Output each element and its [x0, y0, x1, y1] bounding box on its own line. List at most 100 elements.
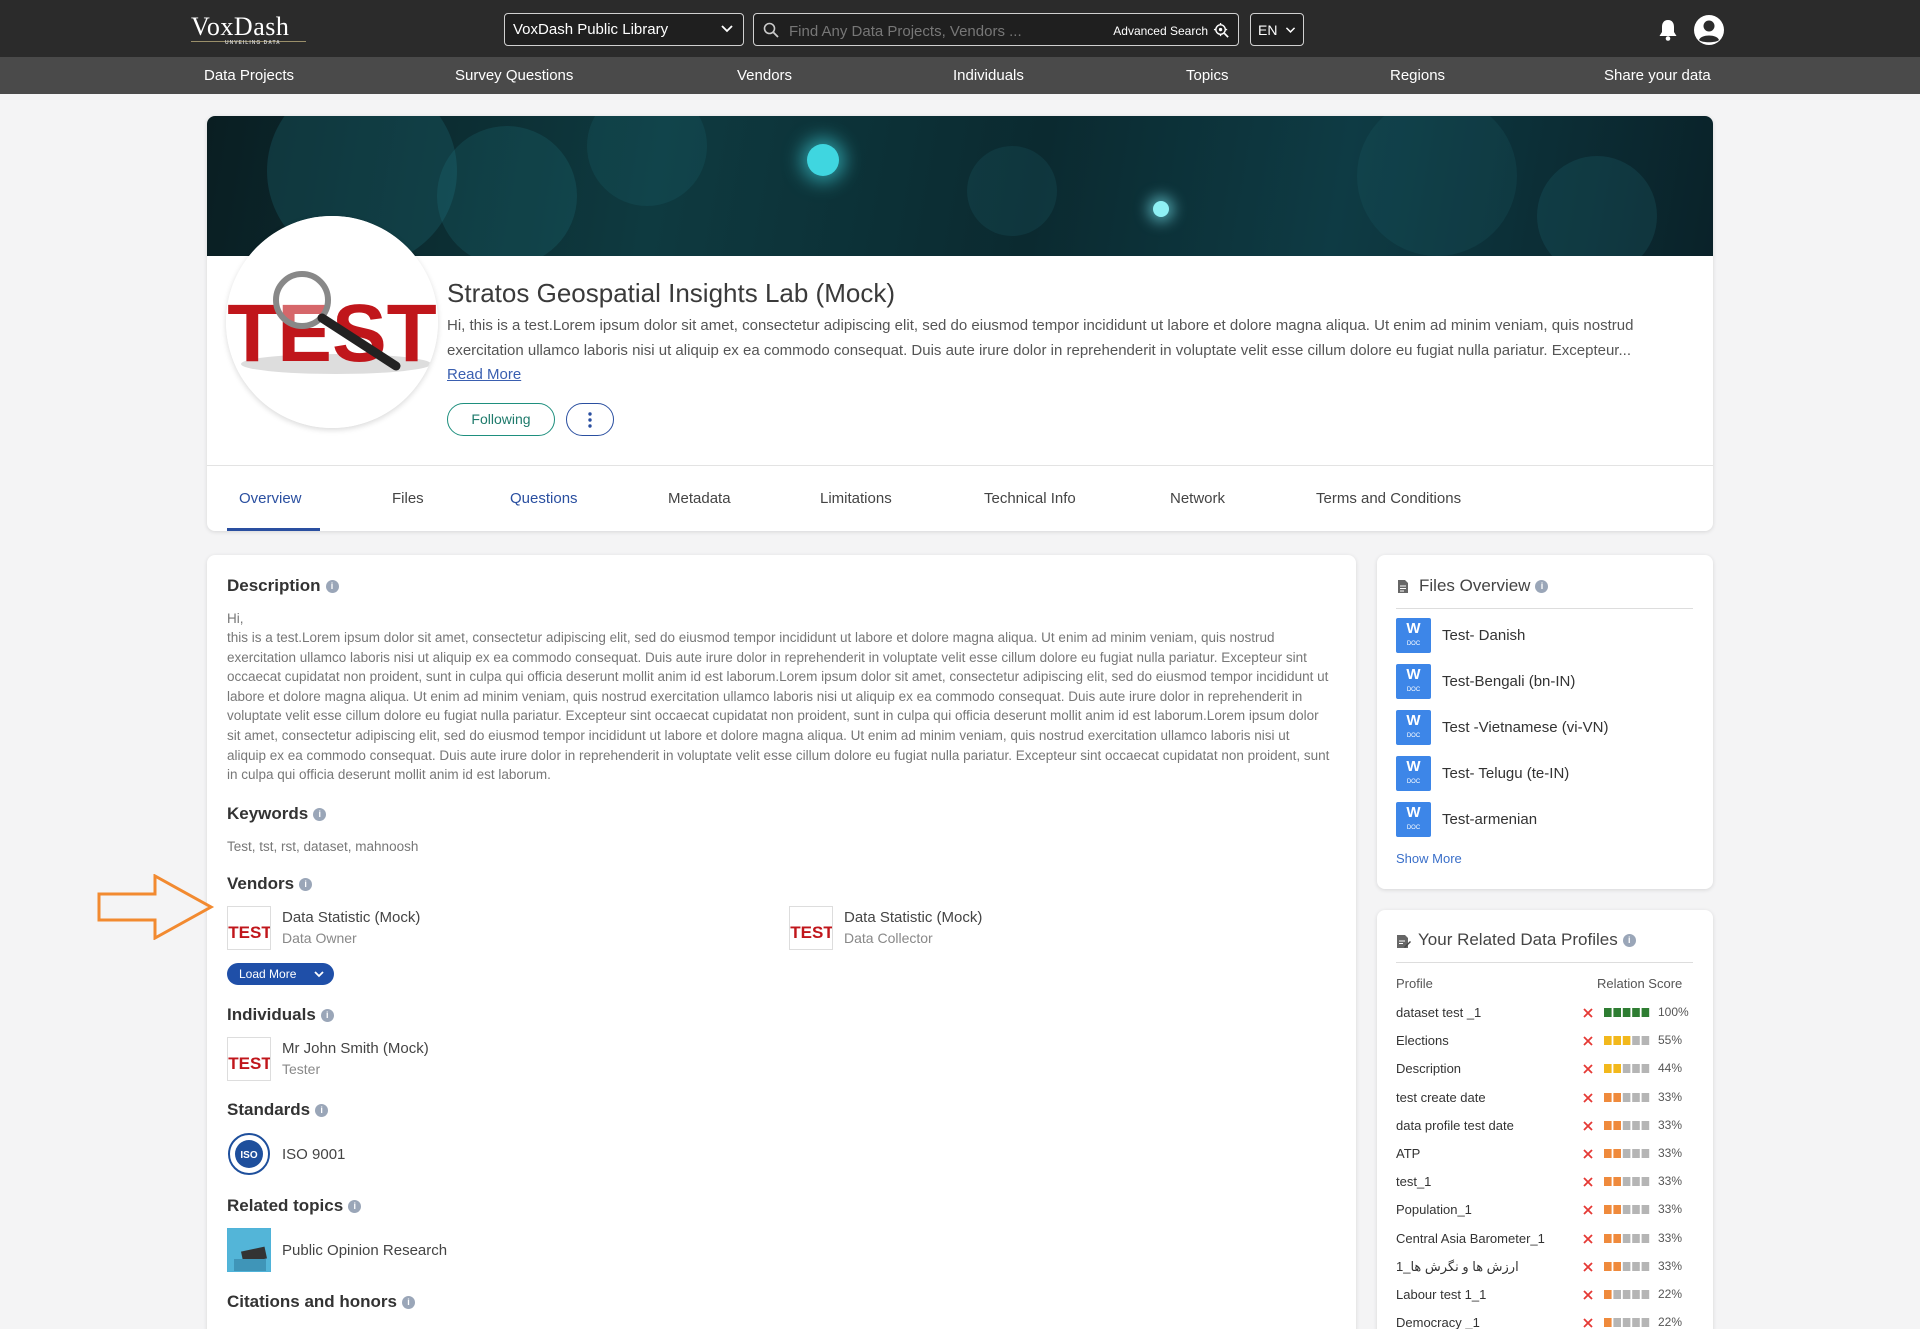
logo[interactable]: VoxDash	[191, 12, 289, 42]
tab-terms-and-conditions[interactable]: Terms and Conditions	[1316, 490, 1461, 507]
more-options-button[interactable]	[566, 403, 614, 436]
related-profile-name[interactable]: Population_1	[1396, 1202, 1472, 1217]
library-select[interactable]: VoxDash Public Library	[504, 13, 744, 46]
file-name[interactable]: Test-Bengali (bn-IN)	[1442, 673, 1575, 690]
chevron-down-icon	[314, 971, 324, 978]
relation-score-bar	[1604, 1205, 1650, 1215]
remove-icon[interactable]	[1582, 1120, 1594, 1132]
vendor-thumbnail[interactable]: TEST	[789, 906, 833, 950]
relation-score-bar	[1604, 1290, 1650, 1299]
individuals-heading: Individuals i	[227, 1005, 334, 1025]
related-profile-name[interactable]: ارزش ها و نگرش ها_1	[1396, 1259, 1519, 1275]
relation-score-value: 33%	[1658, 1230, 1683, 1245]
individual-thumbnail[interactable]: TEST	[227, 1037, 271, 1081]
description-text: this is a test.Lorem ipsum dolor sit ame…	[227, 630, 1330, 783]
word-doc-icon[interactable]: W DOC	[1396, 618, 1431, 653]
word-doc-icon[interactable]: W DOC	[1396, 664, 1431, 699]
word-doc-icon[interactable]: W DOC	[1396, 756, 1431, 791]
file-name[interactable]: Test- Danish	[1442, 627, 1525, 644]
nav-individuals[interactable]: Individuals	[953, 67, 1024, 84]
remove-icon[interactable]	[1582, 1063, 1594, 1075]
tab-files[interactable]: Files	[392, 490, 424, 507]
document-icon	[1398, 580, 1408, 593]
tab-technical-info[interactable]: Technical Info	[984, 490, 1076, 507]
related-profile-name[interactable]: test_1	[1396, 1174, 1431, 1189]
related-profile-name[interactable]: dataset test _1	[1396, 1005, 1481, 1020]
remove-icon[interactable]	[1582, 1176, 1594, 1188]
nav-topics[interactable]: Topics	[1186, 67, 1229, 84]
nav-vendors[interactable]: Vendors	[737, 67, 792, 84]
vendor-name[interactable]: Data Statistic (Mock)	[282, 909, 420, 926]
related-profile-name[interactable]: data profile test date	[1396, 1118, 1514, 1133]
chevron-down-icon	[721, 25, 733, 33]
related-profile-name[interactable]: Central Asia Barometer_1	[1396, 1231, 1545, 1246]
info-icon[interactable]: i	[320, 1009, 334, 1023]
individual-role: Tester	[282, 1061, 321, 1077]
info-icon[interactable]: i	[1622, 934, 1636, 948]
files-overview-divider	[1396, 608, 1693, 609]
tab-network[interactable]: Network	[1170, 490, 1225, 507]
info-icon[interactable]: i	[402, 1296, 415, 1310]
file-name[interactable]: Test -Vietnamese (vi-VN)	[1442, 719, 1608, 736]
related-profile-name[interactable]: Description	[1396, 1061, 1461, 1076]
topic-name[interactable]: Public Opinion Research	[282, 1242, 447, 1259]
file-name[interactable]: Test-armenian	[1442, 811, 1537, 828]
relation-score-value: 33%	[1658, 1117, 1683, 1132]
file-name[interactable]: Test- Telugu (te-IN)	[1442, 765, 1569, 782]
info-icon[interactable]: i	[299, 878, 313, 892]
show-more-link[interactable]: Show More	[1396, 851, 1462, 866]
related-profile-name[interactable]: test create date	[1396, 1090, 1486, 1105]
tab-limitations[interactable]: Limitations	[820, 490, 892, 507]
info-icon[interactable]: i	[315, 1104, 329, 1118]
relation-score-value: 33%	[1658, 1202, 1683, 1217]
nav-survey-questions[interactable]: Survey Questions	[455, 67, 573, 84]
word-doc-icon[interactable]: W DOC	[1396, 802, 1431, 837]
remove-icon[interactable]	[1582, 1035, 1594, 1047]
following-button[interactable]: Following	[447, 403, 555, 436]
related-profiles-divider	[1396, 962, 1693, 963]
load-more-button[interactable]: Load More	[227, 963, 334, 985]
related-profile-name[interactable]: Labour test 1_1	[1396, 1287, 1486, 1302]
remove-icon[interactable]	[1582, 1233, 1594, 1245]
info-icon[interactable]: i	[313, 808, 327, 822]
remove-icon[interactable]	[1582, 1148, 1594, 1160]
related-profile-name[interactable]: ATP	[1396, 1146, 1420, 1161]
files-overview-title: Files Overview i	[1419, 576, 1549, 596]
remove-icon[interactable]	[1582, 1092, 1594, 1104]
related-profile-name[interactable]: Democracy _1	[1396, 1315, 1480, 1329]
test-logo-image: TEST	[228, 1054, 270, 1073]
info-icon[interactable]: i	[1535, 580, 1549, 594]
remove-icon[interactable]	[1582, 1007, 1594, 1019]
iso-badge-icon[interactable]: ISO	[227, 1132, 271, 1176]
info-icon[interactable]: i	[348, 1200, 362, 1214]
bell-icon[interactable]	[1657, 18, 1679, 42]
related-topics-heading: Related topics i	[227, 1196, 362, 1216]
advanced-search-link[interactable]: Advanced Search	[1113, 24, 1208, 38]
tab-metadata[interactable]: Metadata	[668, 490, 731, 507]
related-profile-name[interactable]: Elections	[1396, 1033, 1449, 1048]
user-avatar-icon[interactable]	[1693, 14, 1725, 46]
tab-questions[interactable]: Questions	[510, 490, 578, 507]
description-greeting: Hi,	[227, 611, 244, 626]
remove-icon[interactable]	[1582, 1289, 1594, 1301]
topic-image	[228, 1229, 270, 1271]
nav-data-projects[interactable]: Data Projects	[204, 67, 294, 84]
individual-name[interactable]: Mr John Smith (Mock)	[282, 1040, 429, 1057]
remove-icon[interactable]	[1582, 1204, 1594, 1216]
tab-overview[interactable]: Overview	[239, 490, 302, 507]
vendor-thumbnail[interactable]: TEST	[227, 906, 271, 950]
remove-icon[interactable]	[1582, 1261, 1594, 1273]
topic-thumbnail[interactable]	[227, 1228, 271, 1272]
read-more-link[interactable]: Read More	[447, 366, 521, 383]
language-select[interactable]: EN	[1250, 13, 1304, 46]
info-icon[interactable]: i	[325, 580, 339, 594]
relation-score-value: 22%	[1658, 1315, 1683, 1329]
search-input[interactable]: Find Any Data Projects, Vendors ... Adva…	[753, 13, 1239, 46]
nav-regions[interactable]: Regions	[1390, 67, 1445, 84]
vendor-name[interactable]: Data Statistic (Mock)	[844, 909, 982, 926]
nav-share-your-data[interactable]: Share your data	[1604, 67, 1711, 84]
gear-search-icon[interactable]	[1213, 22, 1230, 39]
remove-icon[interactable]	[1582, 1317, 1594, 1329]
standard-name[interactable]: ISO 9001	[282, 1146, 345, 1163]
word-doc-icon[interactable]: W DOC	[1396, 710, 1431, 745]
